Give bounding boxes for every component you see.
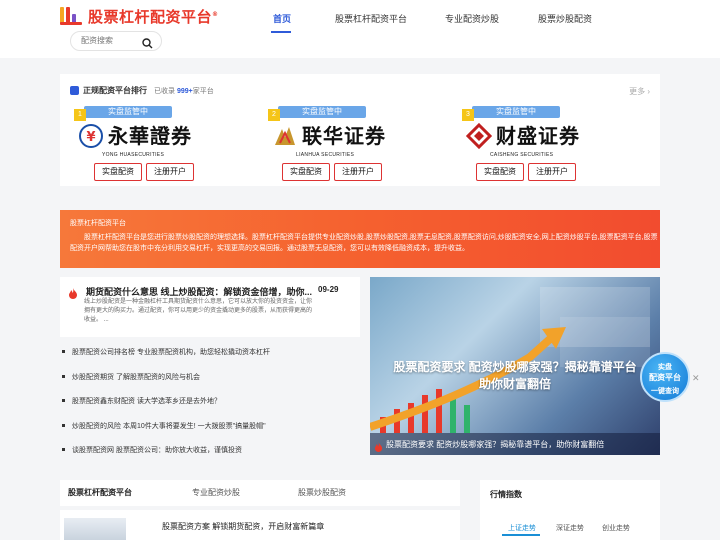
broker-logo[interactable]: 联华证券: [272, 120, 386, 152]
svg-text:¥: ¥: [86, 130, 95, 145]
bullet-icon: [62, 423, 65, 427]
featured-date: 09-29: [318, 285, 339, 294]
category-tabs: 股票杠杆配资平台 专业配资炒股 股票炒股配资: [60, 480, 460, 506]
register-button[interactable]: 注册开户: [334, 163, 382, 181]
margin-button[interactable]: 实盘配资: [282, 163, 330, 181]
ranking-icon: [70, 86, 79, 95]
banner-title: 股票杠杆配资平台: [70, 220, 126, 227]
ranking-card: 正规配资平台排行 已收录 999+家平台 更多 › 实盘监管中 1 ¥ 永華證券…: [60, 74, 660, 186]
promo-image[interactable]: 股票配资要求 配资炒股哪家强？揭秘靠谱平台 助你财富翻倍 股票配资要求 配资炒股…: [370, 277, 660, 455]
broker-english-name: YONG HUASECURITIES: [102, 152, 165, 158]
chevron-right-icon: ›: [647, 87, 650, 96]
search-box: [70, 31, 162, 51]
market-tab-indicator: [502, 534, 540, 536]
article-thumbnail[interactable]: [64, 518, 126, 540]
main-nav: 首页 股票杠杆配资平台 专业配资炒股 股票炒股配资: [0, 12, 720, 32]
nav-stock-margin[interactable]: 股票炒股配资: [538, 12, 592, 25]
bullet-icon: [62, 448, 65, 451]
news-title[interactable]: 股票配资鑫东财配资 读大学选苯乡还是去外地？: [72, 396, 221, 406]
broker-name: 财盛证券: [496, 124, 580, 148]
broker-name: 永華證券: [108, 124, 192, 148]
bullet-icon: [62, 350, 65, 353]
broker-tag: 实盘监管中: [278, 106, 366, 118]
register-button[interactable]: 注册开户: [528, 163, 576, 181]
yonghua-logo-icon: ¥: [79, 124, 103, 148]
tab-stock-margin[interactable]: 股票炒股配资: [298, 487, 346, 498]
fire-icon: [68, 286, 78, 304]
register-button[interactable]: 注册开户: [146, 163, 194, 181]
tab-pro-margin[interactable]: 专业配资炒股: [192, 487, 240, 498]
broker-tag: 实盘监管中: [472, 106, 560, 118]
news-title[interactable]: 谈股票配资网 股票配资公司：助你放大收益，谨慎投资: [72, 445, 242, 455]
badge-line3: 一键查询: [651, 388, 679, 395]
search-icon[interactable]: [142, 36, 153, 54]
site-header: 股票杠杆配资平台® 首页 股票杠杆配资平台 专业配资炒股 股票炒股配资: [0, 0, 720, 58]
broker-name: 联华证券: [302, 124, 386, 148]
intro-banner: 股票杠杆配资平台 股票杠杆配资平台是您进行股票炒股配资的理想选择。股票杠杆配资平…: [60, 210, 660, 268]
promo-title: 股票配资要求 配资炒股哪家强？揭秘靠谱平台 助你财富翻倍: [393, 360, 637, 391]
market-title: 行情指数: [490, 490, 522, 499]
promo-caption[interactable]: 股票配资要求 配资炒股哪家强？揭秘靠谱平台，助你财富翻倍: [370, 433, 660, 455]
margin-button[interactable]: 实盘配资: [94, 163, 142, 181]
banner-text: 股票杠杆配资平台是您进行股票炒股配资的理想选择。股票杠杆配资平台提供专业配资炒股…: [70, 234, 658, 252]
nav-pro-margin[interactable]: 专业配资炒股: [445, 12, 499, 25]
badge-line2: 配资平台: [649, 373, 681, 382]
bullet-icon: [62, 374, 65, 378]
broker-logo[interactable]: 财盛证券: [466, 120, 580, 152]
featured-article[interactable]: 期货配资什么意思 线上炒股配资：解锁资金倍增，助你... 09-29 线上炒股配…: [60, 277, 360, 337]
broker-english-name: CAISHENG SECURITIES: [490, 152, 554, 158]
article-title[interactable]: 股票配资方案 解锁期货配资，开启财富新篇章: [162, 521, 324, 532]
news-title[interactable]: 炒股配资的风险 本周10件大事将要发生! 一大拨股票"搞量股帽": [72, 421, 266, 431]
list-item[interactable]: 股票配资公司排名榜 专业股票配资机构，助您轻松撬动资本杠杆: [60, 345, 360, 370]
news-title[interactable]: 炒股配资期货 了解股票配资的风险与机会: [72, 372, 200, 382]
list-item[interactable]: 炒股配资期货 了解股票配资的风险与机会: [60, 370, 360, 395]
broker-card: 实盘监管中 3 财盛证券 CAISHENG SECURITIES 实盘配资 注册…: [460, 106, 584, 184]
tab-shanghai[interactable]: 上证走势: [508, 523, 536, 533]
nav-leverage-platform[interactable]: 股票杠杆配资平台: [335, 12, 407, 25]
tab-chinext[interactable]: 创业走势: [602, 523, 630, 533]
badge-line1: 实盘: [658, 364, 672, 371]
close-icon[interactable]: ✕: [692, 373, 700, 384]
ranking-more-link[interactable]: 更多 ›: [629, 86, 650, 97]
ranking-count: 已收录 999+家平台: [154, 88, 214, 95]
featured-title[interactable]: 期货配资什么意思 线上炒股配资：解锁资金倍增，助你...: [86, 285, 312, 298]
floating-query-badge[interactable]: 实盘 配资平台 一键查询: [640, 350, 690, 404]
fire-icon: [374, 439, 383, 455]
market-index-panel: 行情指数 上证走势 深证走势 创业走势: [480, 480, 660, 540]
featured-summary: 线上炒股配资是一种金融杠杆工具期货配资什么意思，它可以放大你的投资资金，让你拥有…: [84, 299, 313, 323]
list-item[interactable]: 谈股票配资网 股票配资公司：助你放大收益，谨慎投资: [60, 443, 360, 468]
nav-home[interactable]: 首页: [273, 12, 291, 25]
broker-logo[interactable]: ¥ 永華證券: [78, 120, 192, 152]
list-item[interactable]: 炒股配资的风险 本周10件大事将要发生! 一大拨股票"搞量股帽": [60, 419, 360, 444]
margin-button[interactable]: 实盘配资: [476, 163, 524, 181]
ranking-title: 正规配资平台排行: [70, 85, 147, 96]
article-list: 股票配资方案 解锁期货配资，开启财富新篇章: [60, 510, 460, 540]
tab-leverage-platform[interactable]: 股票杠杆配资平台: [68, 487, 132, 498]
broker-card: 实盘监管中 2 联华证券 LIANHUA SECURITIES 实盘配资 注册开…: [266, 106, 390, 184]
broker-card: 实盘监管中 1 ¥ 永華證券 YONG HUASECURITIES 实盘配资 注…: [72, 106, 196, 184]
tab-shenzhen[interactable]: 深证走势: [556, 523, 584, 533]
nav-active-indicator: [271, 31, 291, 33]
caisheng-logo-icon: [466, 123, 492, 149]
caption-text[interactable]: 股票配资要求 配资炒股哪家强？揭秘靠谱平台，助你财富翻倍: [386, 439, 604, 450]
news-title[interactable]: 股票配资公司排名榜 专业股票配资机构，助您轻松撬动资本杠杆: [72, 347, 270, 357]
broker-tag: 实盘监管中: [84, 106, 172, 118]
lianhua-logo-icon: [275, 127, 295, 145]
bullet-icon: [62, 399, 65, 402]
news-list: 股票配资公司排名榜 专业股票配资机构，助您轻松撬动资本杠杆 炒股配资期货 了解股…: [60, 345, 360, 468]
list-item[interactable]: 股票配资鑫东财配资 读大学选苯乡还是去外地？: [60, 394, 360, 419]
search-input[interactable]: [81, 36, 143, 45]
broker-english-name: LIANHUA SECURITIES: [296, 152, 355, 158]
